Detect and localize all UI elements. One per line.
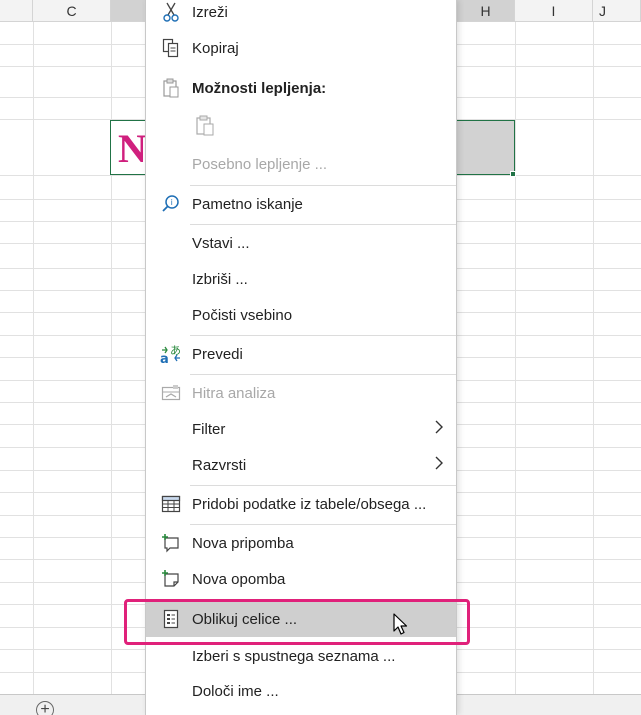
annotation-highlight-box	[124, 599, 470, 645]
grid-line	[515, 22, 516, 694]
menu-item-new-comment-label: Nova pripomba	[192, 534, 294, 552]
menu-item-insert[interactable]: Vstavi ...	[146, 225, 456, 261]
mouse-cursor-icon	[393, 613, 411, 637]
menu-item-paste-options-label: Možnosti lepljenja:	[192, 79, 327, 97]
menu-item-paste-special[interactable]: Posebno lepljenje ...	[146, 146, 456, 182]
chevron-right-icon	[434, 420, 444, 439]
menu-item-get-data-label: Pridobi podatke iz tabele/obsega ...	[192, 495, 427, 513]
selected-range[interactable]	[457, 120, 515, 175]
menu-item-delete[interactable]: Izbriši ...	[146, 261, 456, 297]
menu-item-translate[interactable]: aあ Prevedi	[146, 336, 456, 372]
column-header-i-label: I	[551, 2, 556, 19]
fill-handle[interactable]	[510, 171, 516, 177]
paste-option-button[interactable]	[146, 108, 456, 144]
menu-item-paste-options: Možnosti lepljenja:	[146, 70, 456, 106]
column-header-c-label: C	[66, 2, 77, 19]
menu-item-pick-from-list-label: Izberi s spustnega seznama ...	[192, 647, 396, 665]
column-header-j-label: J	[599, 2, 606, 19]
active-cell[interactable]: N	[110, 120, 146, 175]
menu-item-quick-analysis-label: Hitra analiza	[192, 384, 276, 402]
menu-item-smart-lookup-label: Pametno iskanje	[192, 195, 303, 213]
menu-item-insert-label: Vstavi ...	[192, 234, 250, 252]
menu-item-copy-label: Kopiraj	[192, 39, 239, 57]
menu-item-paste-special-label: Posebno lepljenje ...	[192, 155, 328, 173]
menu-item-delete-label: Izbriši ...	[192, 270, 248, 288]
column-header-h-label: H	[480, 2, 491, 19]
translate-icon: aあ	[160, 343, 182, 365]
menu-item-cut[interactable]: Izreži	[146, 0, 456, 30]
column-header-i[interactable]: I	[515, 0, 593, 22]
svg-text:あ: あ	[170, 344, 181, 357]
menu-item-clear-contents-label: Počisti vsebino	[192, 306, 293, 324]
menu-item-translate-label: Prevedi	[192, 345, 243, 363]
svg-text:i: i	[171, 198, 173, 207]
menu-item-define-name-label: Določi ime ...	[192, 682, 279, 700]
clipboard-icon	[160, 77, 182, 99]
scissors-icon	[160, 1, 182, 23]
menu-item-new-note-label: Nova opomba	[192, 570, 286, 588]
smart-lookup-icon: i	[160, 193, 182, 215]
paste-icon	[194, 115, 216, 137]
menu-item-sort[interactable]: Razvrsti	[146, 447, 456, 483]
menu-item-filter-label: Filter	[192, 420, 226, 438]
menu-item-new-note[interactable]: Nova opomba	[146, 561, 456, 597]
menu-item-new-comment[interactable]: Nova pripomba	[146, 525, 456, 561]
menu-item-smart-lookup[interactable]: i Pametno iskanje	[146, 186, 456, 222]
menu-item-quick-analysis[interactable]: Hitra analiza	[146, 375, 456, 411]
cell-text: N	[118, 126, 146, 171]
column-header-h[interactable]: H	[457, 0, 515, 22]
menu-item-copy[interactable]: Kopiraj	[146, 30, 456, 66]
table-icon	[160, 493, 182, 515]
grid-line	[593, 22, 594, 694]
menu-item-define-name[interactable]: Določi ime ...	[146, 673, 456, 709]
chevron-right-icon	[434, 456, 444, 475]
svg-text:a: a	[160, 352, 169, 365]
column-header-j[interactable]: J	[593, 0, 641, 22]
menu-item-get-data[interactable]: Pridobi podatke iz tabele/obsega ...	[146, 486, 456, 522]
column-header-c[interactable]: C	[33, 0, 111, 22]
column-header-blank[interactable]	[0, 0, 33, 22]
column-header-d[interactable]	[111, 0, 145, 22]
menu-item-filter[interactable]: Filter	[146, 411, 456, 447]
menu-item-sort-label: Razvrsti	[192, 456, 247, 474]
add-sheet-button[interactable]: +	[36, 701, 54, 715]
new-note-icon	[160, 568, 182, 590]
grid-line	[33, 22, 34, 694]
menu-item-clear-contents[interactable]: Počisti vsebino	[146, 297, 456, 333]
new-comment-icon	[160, 532, 182, 554]
quick-analysis-icon	[160, 382, 182, 404]
menu-item-cut-label: Izreži	[192, 3, 228, 21]
copy-icon	[160, 37, 182, 59]
